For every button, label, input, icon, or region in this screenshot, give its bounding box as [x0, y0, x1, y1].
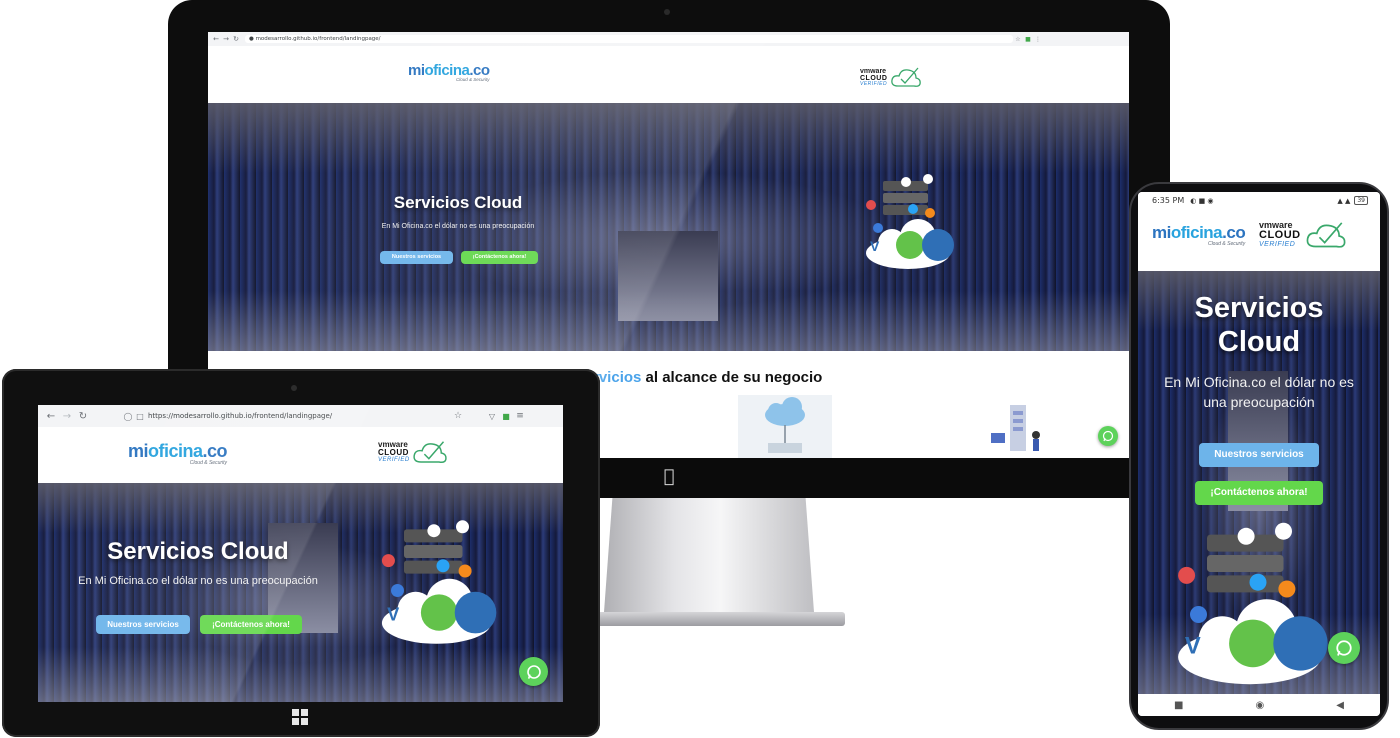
- hero-floor: [208, 291, 1129, 351]
- site-header: mioficina.co Cloud & Security vmware CLO…: [38, 427, 563, 483]
- datacenter-people-illustration: [991, 405, 1040, 451]
- imac-stand: [603, 498, 815, 623]
- cloud-check-icon: [1306, 222, 1346, 248]
- browser-toolbar: ← → ↻ ◯ □ https://modesarrollo.github.io…: [38, 405, 563, 428]
- hero-section: Servicios Cloud En Mi Oficina.co el dóla…: [208, 103, 1129, 351]
- cloud-check-icon: [413, 441, 447, 464]
- whatsapp-button[interactable]: [1328, 632, 1360, 664]
- apple-icon: : [659, 467, 679, 487]
- address-bar[interactable]: https://modesarrollo.github.io/frontend/…: [145, 411, 451, 421]
- phone-nav-bar: ■ ◉ ◀: [1138, 694, 1380, 716]
- contact-button[interactable]: ¡Contáctenos ahora!: [200, 615, 302, 634]
- svg-text:V: V: [1185, 633, 1201, 660]
- lock-icon: □: [136, 411, 144, 421]
- contact-button[interactable]: ¡Contáctenos ahora!: [1195, 481, 1323, 505]
- back-arrow-icon[interactable]: ←: [211, 35, 221, 43]
- whatsapp-button[interactable]: [1098, 426, 1118, 446]
- hero-section: Servicios Cloud En Mi Oficina.co el dóla…: [38, 483, 563, 702]
- status-time: 6:35 PM: [1152, 196, 1185, 205]
- menu-icon[interactable]: ≡: [513, 411, 527, 421]
- cloud-check-icon: [891, 67, 921, 87]
- shield-icon[interactable]: ■: [1023, 36, 1033, 43]
- hero-floor: [38, 647, 563, 702]
- svg-text:V: V: [387, 604, 399, 624]
- vmware-cloud-verified-badge: vmware CLOUD VERIFIED: [378, 441, 448, 475]
- section-title-highlight: rvicios: [593, 369, 642, 386]
- home-icon[interactable]: ◉: [1256, 700, 1265, 711]
- vmware-cloud-verified-badge: vmware CLOUD VERIFIED: [1259, 221, 1349, 261]
- vmware-cloud-verified-badge: vmware CLOUD VERIFIED: [860, 67, 924, 98]
- windows-logo-icon[interactable]: [292, 709, 308, 725]
- contact-button[interactable]: ¡Contáctenos ahora!: [461, 251, 538, 264]
- hero-title-line2: Cloud: [1217, 326, 1301, 358]
- mioficina-logo[interactable]: mioficina.co Cloud & Security: [128, 441, 228, 466]
- forward-arrow-icon[interactable]: →: [59, 411, 75, 422]
- address-bar-url: modesarrollo.github.io/frontend/landingp…: [255, 36, 381, 42]
- cloud-services-illustration: V: [381, 520, 497, 644]
- whatsapp-button[interactable]: [519, 657, 548, 686]
- logo-co: .co: [202, 441, 228, 461]
- site-header: mioficina.co Cloud & Security vmware CLO…: [208, 46, 1129, 103]
- services-button[interactable]: Nuestros servicios: [380, 251, 453, 264]
- star-icon[interactable]: ☆: [451, 411, 465, 421]
- tablet-screen: ← → ↻ ◯ □ https://modesarrollo.github.io…: [38, 405, 563, 702]
- services-section-title: rvicios al alcance de su negocio: [593, 369, 822, 386]
- logo-mi: mi: [1152, 223, 1171, 242]
- hero-subtitle: En Mi Oficina.co el dólar no es una preo…: [1164, 374, 1354, 410]
- reload-icon[interactable]: ↻: [231, 35, 241, 43]
- whatsapp-icon: [1102, 430, 1114, 442]
- logo-co: .co: [1222, 223, 1246, 242]
- battery-icon: 39: [1354, 196, 1368, 205]
- cloud-services-illustration: V: [1178, 522, 1328, 685]
- reload-icon[interactable]: ↻: [75, 411, 91, 422]
- whatsapp-icon: [526, 664, 541, 679]
- star-icon[interactable]: ☆: [1013, 36, 1023, 43]
- cloud-services-illustration: V: [866, 174, 954, 269]
- shield-icon[interactable]: ◯: [121, 412, 135, 421]
- svg-text:V: V: [870, 238, 880, 254]
- cloud-network-illustration: [738, 395, 832, 458]
- mioficina-logo[interactable]: mioficina.co Cloud & Security: [408, 62, 490, 82]
- imac-camera: [664, 9, 670, 15]
- recent-apps-icon[interactable]: ■: [1174, 700, 1183, 711]
- lock-icon: ●: [249, 36, 254, 42]
- services-button[interactable]: Nuestros servicios: [96, 615, 190, 634]
- hero-subtitle: En Mi Oficina.co el dólar no es una preo…: [78, 575, 318, 587]
- hero-section: Servicios Cloud En Mi Oficina.co el dóla…: [1138, 271, 1380, 694]
- imac-stand-base: [575, 612, 845, 626]
- signal-icons: ▲ ▲: [1337, 196, 1351, 205]
- logo-mi: mi: [128, 441, 149, 461]
- section-title-rest: al alcance de su negocio: [641, 369, 823, 386]
- hero-title: Servicios Cloud: [393, 193, 523, 212]
- back-arrow-icon[interactable]: ←: [43, 411, 59, 422]
- hero-ceiling: [208, 103, 1129, 173]
- hero-title-line1: Servicios: [1194, 292, 1324, 324]
- back-icon[interactable]: ◀: [1336, 700, 1344, 711]
- services-button[interactable]: Nuestros servicios: [1199, 443, 1319, 467]
- logo-oficina: oficina: [1170, 223, 1223, 242]
- logo-mi: mi: [408, 62, 425, 79]
- extension-icon[interactable]: ■: [499, 412, 513, 421]
- phone-screen: 6:35 PM ◐ ■ ◉ ▲ ▲ 39 mioficina.co Cloud …: [1138, 192, 1380, 716]
- logo-oficina: oficina: [148, 441, 203, 461]
- whatsapp-icon: [1336, 640, 1352, 656]
- forward-arrow-icon[interactable]: →: [221, 35, 231, 43]
- hero-title: Servicios Cloud: [107, 538, 289, 565]
- address-bar[interactable]: ● modesarrollo.github.io/frontend/landin…: [245, 35, 1013, 43]
- notification-icons: ◐ ■ ◉: [1190, 196, 1214, 205]
- site-header: mioficina.co Cloud & Security vmware CLO…: [1138, 209, 1380, 271]
- menu-icon[interactable]: ⋮: [1033, 36, 1043, 43]
- pocket-icon[interactable]: ▽: [485, 412, 499, 421]
- hero-subtitle: En Mi Oficina.co el dólar no es una preo…: [381, 223, 535, 230]
- tablet-camera: [291, 385, 297, 391]
- phone-status-bar: 6:35 PM ◐ ■ ◉ ▲ ▲ 39: [1138, 192, 1380, 209]
- mioficina-logo[interactable]: mioficina.co Cloud & Security: [1152, 223, 1246, 247]
- browser-toolbar: ← → ↻ ● modesarrollo.github.io/frontend/…: [208, 32, 1129, 47]
